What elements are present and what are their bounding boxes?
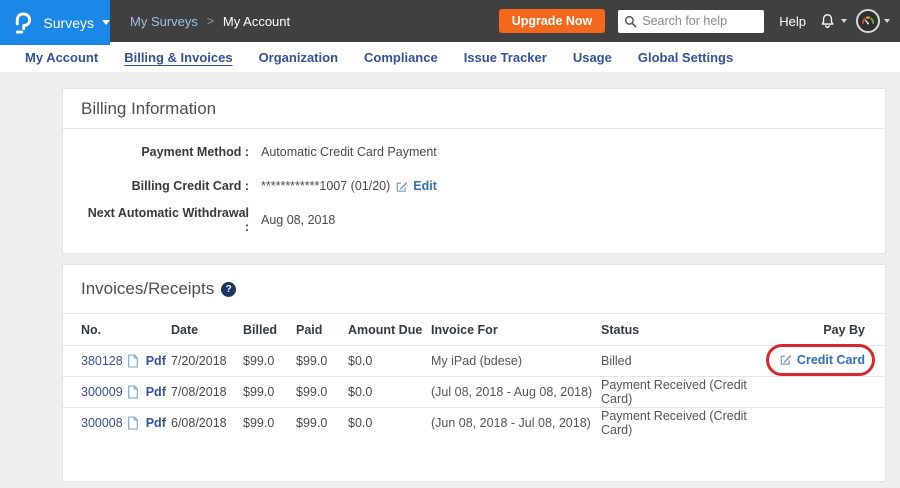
col-header-paid: Paid	[296, 314, 348, 346]
tab-issue-tracker[interactable]: Issue Tracker	[451, 50, 560, 65]
invoice-amount-due: $0.0	[348, 408, 431, 439]
product-menu-label: Surveys	[43, 15, 94, 31]
upgrade-now-button[interactable]: Upgrade Now	[499, 9, 606, 33]
page-content: Billing Information Payment Method : Aut…	[0, 72, 900, 482]
invoice-date: 7/08/2018	[171, 377, 243, 408]
invoice-status: Payment Received (Credit Card)	[601, 408, 773, 439]
pdf-download-link[interactable]: Pdf	[146, 354, 166, 368]
invoice-date: 6/08/2018	[171, 408, 243, 439]
tab-compliance[interactable]: Compliance	[351, 50, 451, 65]
breadcrumb-my-surveys[interactable]: My Surveys	[130, 14, 198, 29]
next-withdrawal-row: Next Automatic Withdrawal : Aug 08, 2018	[63, 203, 885, 237]
pay-by-empty	[773, 377, 885, 408]
invoice-paid: $99.0	[296, 408, 348, 439]
tab-global-settings[interactable]: Global Settings	[625, 50, 746, 65]
invoice-amount-due: $0.0	[348, 377, 431, 408]
tab-organization[interactable]: Organization	[246, 50, 351, 65]
col-header-date: Date	[171, 314, 243, 346]
pdf-download-link[interactable]: Pdf	[146, 416, 166, 430]
pay-by-empty	[773, 408, 885, 439]
pdf-download-link[interactable]: Pdf	[146, 385, 166, 399]
invoice-for: (Jun 08, 2018 - Jul 08, 2018)	[431, 408, 601, 439]
invoice-billed: $99.0	[243, 346, 296, 377]
col-header-no: No.	[63, 314, 171, 346]
search-input[interactable]	[618, 10, 764, 33]
billing-card-body: Payment Method : Automatic Credit Card P…	[63, 129, 885, 253]
chevron-down-icon	[884, 19, 890, 23]
breadcrumb: My Surveys > My Account	[130, 14, 290, 29]
col-header-billed: Billed	[243, 314, 296, 346]
account-menu-button[interactable]	[856, 9, 890, 33]
invoice-date: 7/20/2018	[171, 346, 243, 377]
invoice-amount-due: $0.0	[348, 346, 431, 377]
billing-credit-card-row: Billing Credit Card : ************1007 (…	[63, 169, 885, 203]
breadcrumb-current-page: My Account	[223, 14, 290, 29]
invoice-number-link[interactable]: 300008	[81, 416, 123, 430]
col-header-pay-by: Pay By	[773, 314, 885, 346]
invoices-table: No. Date Billed Paid Amount Due Invoice …	[63, 313, 885, 439]
card-footer-space	[63, 439, 885, 481]
invoices-receipts-card: Invoices/Receipts ? No. Date Billed Paid…	[62, 264, 886, 482]
avatar	[856, 9, 880, 33]
breadcrumb-separator: >	[207, 14, 214, 28]
invoices-card-header: Invoices/Receipts ?	[63, 265, 885, 313]
top-header-bar: Surveys My Surveys > My Account Upgrade …	[0, 0, 900, 42]
help-question-icon[interactable]: ?	[221, 282, 236, 297]
product-switcher[interactable]: Surveys	[0, 0, 110, 45]
invoice-billed: $99.0	[243, 408, 296, 439]
invoice-row-380128: 380128 Pdf 7/20/2018 $99.0 $99.0 $0.0 My…	[63, 346, 885, 377]
pdf-file-icon	[127, 416, 139, 430]
billing-credit-card-value: ************1007 (01/20) Edit	[261, 179, 437, 193]
billing-information-card: Billing Information Payment Method : Aut…	[62, 88, 886, 254]
edit-pencil-icon	[395, 180, 408, 193]
chevron-down-icon	[102, 20, 110, 25]
chevron-down-icon	[841, 19, 847, 23]
tab-my-account[interactable]: My Account	[12, 50, 111, 65]
invoice-row-300008: 300008 Pdf 6/08/2018 $99.0 $99.0 $0.0 (J…	[63, 408, 885, 439]
billing-card-title: Billing Information	[81, 99, 216, 119]
help-search	[618, 10, 764, 33]
tab-usage[interactable]: Usage	[560, 50, 625, 65]
invoice-for: My iPad (bdese)	[431, 346, 601, 377]
payment-method-label: Payment Method :	[81, 145, 249, 159]
pay-by-credit-card: Credit Card	[779, 353, 865, 367]
payment-method-value: Automatic Credit Card Payment	[261, 145, 437, 159]
payment-method-row: Payment Method : Automatic Credit Card P…	[63, 135, 885, 169]
next-withdrawal-label: Next Automatic Withdrawal :	[81, 206, 249, 234]
invoice-paid: $99.0	[296, 346, 348, 377]
invoice-status: Payment Received (Credit Card)	[601, 377, 773, 408]
invoice-status: Billed	[601, 346, 773, 377]
col-header-status: Status	[601, 314, 773, 346]
bell-icon	[818, 12, 837, 31]
questionpro-logo-icon	[13, 10, 33, 36]
invoice-paid: $99.0	[296, 377, 348, 408]
account-settings-tabs: My Account Billing & Invoices Organizati…	[0, 42, 900, 72]
next-withdrawal-value: Aug 08, 2018	[261, 213, 335, 227]
pdf-file-icon	[127, 385, 139, 399]
tab-billing-invoices[interactable]: Billing & Invoices	[111, 50, 245, 65]
billing-card-header: Billing Information	[63, 89, 885, 129]
gauge-avatar-icon	[860, 13, 876, 29]
pdf-file-icon	[127, 354, 139, 368]
help-link[interactable]: Help	[779, 14, 806, 29]
invoices-card-title: Invoices/Receipts	[81, 279, 214, 299]
invoice-number-link[interactable]: 300009	[81, 385, 123, 399]
edit-pencil-icon	[779, 353, 792, 366]
invoice-billed: $99.0	[243, 377, 296, 408]
search-icon	[624, 15, 637, 28]
invoices-table-header-row: No. Date Billed Paid Amount Due Invoice …	[63, 314, 885, 346]
col-header-invoice-for: Invoice For	[431, 314, 601, 346]
col-header-amount-due: Amount Due	[348, 314, 431, 346]
edit-credit-card-link[interactable]: Edit	[413, 179, 437, 193]
masked-card-number: ************1007 (01/20)	[261, 179, 390, 193]
billing-credit-card-label: Billing Credit Card :	[81, 179, 249, 193]
invoice-for: (Jul 08, 2018 - Aug 08, 2018)	[431, 377, 601, 408]
invoice-number-link[interactable]: 380128	[81, 354, 123, 368]
header-actions: Upgrade Now Help	[499, 9, 900, 33]
invoice-row-300009: 300009 Pdf 7/08/2018 $99.0 $99.0 $0.0 (J…	[63, 377, 885, 408]
notifications-button[interactable]	[818, 12, 847, 31]
credit-card-link[interactable]: Credit Card	[797, 353, 865, 367]
